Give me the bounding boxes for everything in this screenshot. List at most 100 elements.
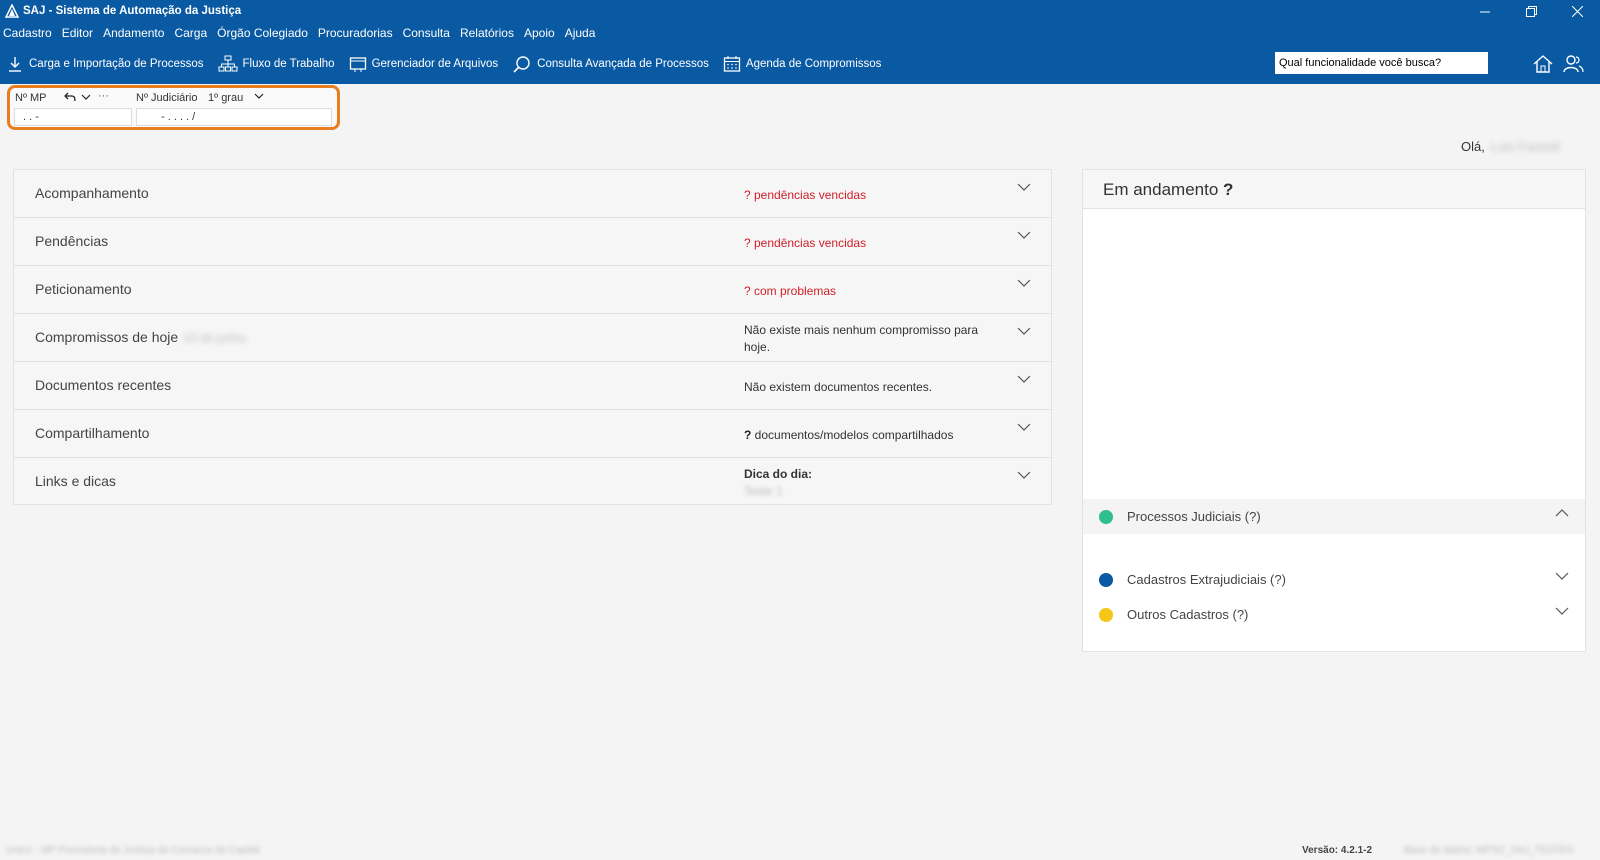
chevron-down-icon[interactable] bbox=[1555, 571, 1569, 581]
category-processos-judiciais[interactable]: Processos Judiciais (?) bbox=[1083, 499, 1585, 534]
status-database: Base de dados: MPSC_SAJ_TESTES bbox=[1404, 845, 1574, 856]
menu-orgao-colegiado[interactable]: Órgão Colegiado bbox=[217, 26, 308, 40]
chevron-down-icon[interactable] bbox=[1017, 278, 1031, 288]
panel-title: Em andamento ? bbox=[1083, 170, 1585, 209]
menu-procuradorias[interactable]: Procuradorias bbox=[318, 26, 393, 40]
search-input[interactable] bbox=[1275, 52, 1488, 74]
home-button[interactable] bbox=[1528, 52, 1558, 76]
menu-cadastro[interactable]: Cadastro bbox=[3, 26, 52, 40]
restore-icon bbox=[1525, 5, 1537, 17]
menu-editor[interactable]: Editor bbox=[62, 26, 93, 40]
accordion-label-text: Compromissos de hoje bbox=[35, 329, 179, 345]
chevron-down-icon[interactable] bbox=[1017, 326, 1031, 336]
accordion-compartilhamento[interactable]: Compartilhamento ? documentos/modelos co… bbox=[13, 409, 1052, 457]
menu-consulta[interactable]: Consulta bbox=[403, 26, 450, 40]
consulta-avancada-label: Consulta Avançada de Processos bbox=[537, 58, 709, 70]
mp-number-input[interactable]: . . - bbox=[14, 108, 132, 126]
accordion-label: Documentos recentes bbox=[35, 377, 172, 393]
accordion-info: Dica do dia: Teste 1 bbox=[744, 466, 994, 500]
undo-icon[interactable] bbox=[64, 92, 76, 102]
status-bar: Unico - 38ª Promotoria de Justiça da Com… bbox=[0, 843, 1600, 860]
category-name: Processos Judiciais (?) bbox=[1127, 509, 1261, 524]
accordion-compromissos-hoje[interactable]: Compromissos de hoje 10 de junho Não exis… bbox=[13, 313, 1052, 361]
panel-title-text: Em andamento bbox=[1103, 180, 1219, 199]
category-cadastros-extrajudiciais[interactable]: Cadastros Extrajudiciais (?) bbox=[1083, 562, 1585, 597]
chevron-down-icon[interactable] bbox=[1017, 374, 1031, 384]
mp-label: Nº MP bbox=[15, 92, 47, 104]
minimize-icon bbox=[1480, 11, 1490, 13]
accordion-label: Peticionamento bbox=[35, 281, 132, 297]
grau-chevron-down-icon[interactable] bbox=[254, 92, 264, 100]
org-chart-icon bbox=[218, 55, 238, 72]
menu-carga[interactable]: Carga bbox=[174, 26, 207, 40]
accordion-info: Não existe mais nenhum compromisso para … bbox=[744, 323, 979, 354]
menu-apoio[interactable]: Apoio bbox=[524, 26, 555, 40]
accordion-label: Acompanhamento bbox=[35, 185, 149, 201]
restore-button[interactable] bbox=[1508, 0, 1554, 22]
status-dot bbox=[1099, 607, 1113, 622]
accordion-documentos-recentes[interactable]: Documentos recentes Não existem document… bbox=[13, 361, 1052, 409]
fluxo-trabalho-label: Fluxo de Trabalho bbox=[242, 58, 335, 70]
accordion-peticionamento[interactable]: Peticionamento ? com problemas bbox=[13, 265, 1052, 313]
chevron-down-icon[interactable] bbox=[1555, 606, 1569, 616]
tip-text: Teste 1 bbox=[744, 484, 783, 498]
menu-andamento[interactable]: Andamento bbox=[103, 26, 164, 40]
toolbar: Carga e Importação de Processos Fluxo de… bbox=[0, 44, 1600, 84]
status-version: Versão: 4.2.1-2 bbox=[1302, 845, 1373, 856]
menu-bar: Cadastro Editor Andamento Carga Órgão Co… bbox=[0, 22, 1600, 44]
menu-relatorios[interactable]: Relatórios bbox=[460, 26, 514, 40]
carga-importacao-button[interactable]: Carga e Importação de Processos bbox=[6, 55, 204, 73]
chevron-up-icon[interactable] bbox=[1555, 508, 1569, 518]
dashboard-accordion: Acompanhamento ? pendências vencidas Pen… bbox=[13, 169, 1052, 505]
window-controls bbox=[1462, 0, 1600, 22]
consulta-avancada-button[interactable]: Consulta Avançada de Processos bbox=[512, 55, 709, 73]
gerenciador-arquivos-label: Gerenciador de Arquivos bbox=[371, 58, 499, 70]
minimize-button[interactable] bbox=[1462, 0, 1508, 22]
close-button[interactable] bbox=[1554, 0, 1600, 22]
status-dot bbox=[1099, 509, 1113, 524]
user-name: Luiz Fazzeli bbox=[1490, 139, 1560, 154]
judiciario-label: Nº Judiciário bbox=[136, 92, 198, 104]
em-andamento-panel: Em andamento ? Processos Judiciais (?) C… bbox=[1082, 169, 1586, 652]
accordion-label: Compartilhamento bbox=[35, 425, 150, 441]
carga-importacao-label: Carga e Importação de Processos bbox=[29, 58, 204, 70]
category-name: Outros Cadastros (?) bbox=[1127, 607, 1249, 622]
users-icon bbox=[1563, 55, 1584, 73]
accordion-info-text: documentos/modelos compartilhados bbox=[751, 428, 954, 442]
accordion-info: ? com problemas bbox=[744, 284, 837, 298]
chevron-down-icon[interactable] bbox=[1017, 230, 1031, 240]
panel-count: ? bbox=[1223, 180, 1234, 199]
accordion-label: Links e dicas bbox=[35, 473, 116, 489]
accordion-info: ? pendências vencidas bbox=[744, 236, 867, 250]
agenda-compromissos-label: Agenda de Compromissos bbox=[745, 58, 882, 70]
fluxo-trabalho-button[interactable]: Fluxo de Trabalho bbox=[218, 55, 335, 73]
tip-title: Dica do dia: bbox=[744, 467, 813, 481]
window-title: SAJ - Sistema de Automação da Justiça bbox=[23, 5, 242, 17]
menu-ajuda[interactable]: Ajuda bbox=[565, 26, 596, 40]
category-outros-cadastros[interactable]: Outros Cadastros (?) bbox=[1083, 597, 1585, 632]
quick-process-search: Nº MP ··· Nº Judiciário 1º grau . . - - … bbox=[7, 85, 340, 130]
user-button[interactable] bbox=[1558, 52, 1588, 76]
chevron-down-icon[interactable] bbox=[1017, 182, 1031, 192]
accordion-pendencias[interactable]: Pendências ? pendências vencidas bbox=[13, 217, 1052, 265]
accordion-links-dicas[interactable]: Links e dicas Dica do dia: Teste 1 bbox=[13, 457, 1052, 505]
accordion-info: Não existem documentos recentes. bbox=[744, 380, 933, 394]
gerenciador-arquivos-button[interactable]: Gerenciador de Arquivos bbox=[349, 55, 499, 73]
more-options[interactable]: ··· bbox=[98, 90, 109, 102]
greeting-prefix: Olá, bbox=[1461, 139, 1485, 154]
agenda-compromissos-button[interactable]: Agenda de Compromissos bbox=[723, 55, 882, 73]
accordion-info: ? pendências vencidas bbox=[744, 188, 867, 202]
accordion-acompanhamento[interactable]: Acompanhamento ? pendências vencidas bbox=[13, 169, 1052, 217]
category-name: Cadastros Extrajudiciais (?) bbox=[1127, 572, 1286, 587]
chevron-down-icon[interactable] bbox=[81, 93, 91, 101]
download-icon bbox=[9, 57, 21, 72]
judiciario-number-input[interactable]: - . . . . / bbox=[136, 108, 332, 126]
calendar-icon bbox=[723, 56, 741, 72]
chevron-down-icon[interactable] bbox=[1017, 422, 1031, 432]
close-icon bbox=[1571, 5, 1583, 17]
file-manager-icon bbox=[349, 57, 366, 72]
status-dot bbox=[1099, 572, 1113, 587]
chevron-down-icon[interactable] bbox=[1017, 470, 1031, 480]
home-icon bbox=[1533, 55, 1553, 73]
grau-select[interactable]: 1º grau bbox=[208, 92, 243, 104]
